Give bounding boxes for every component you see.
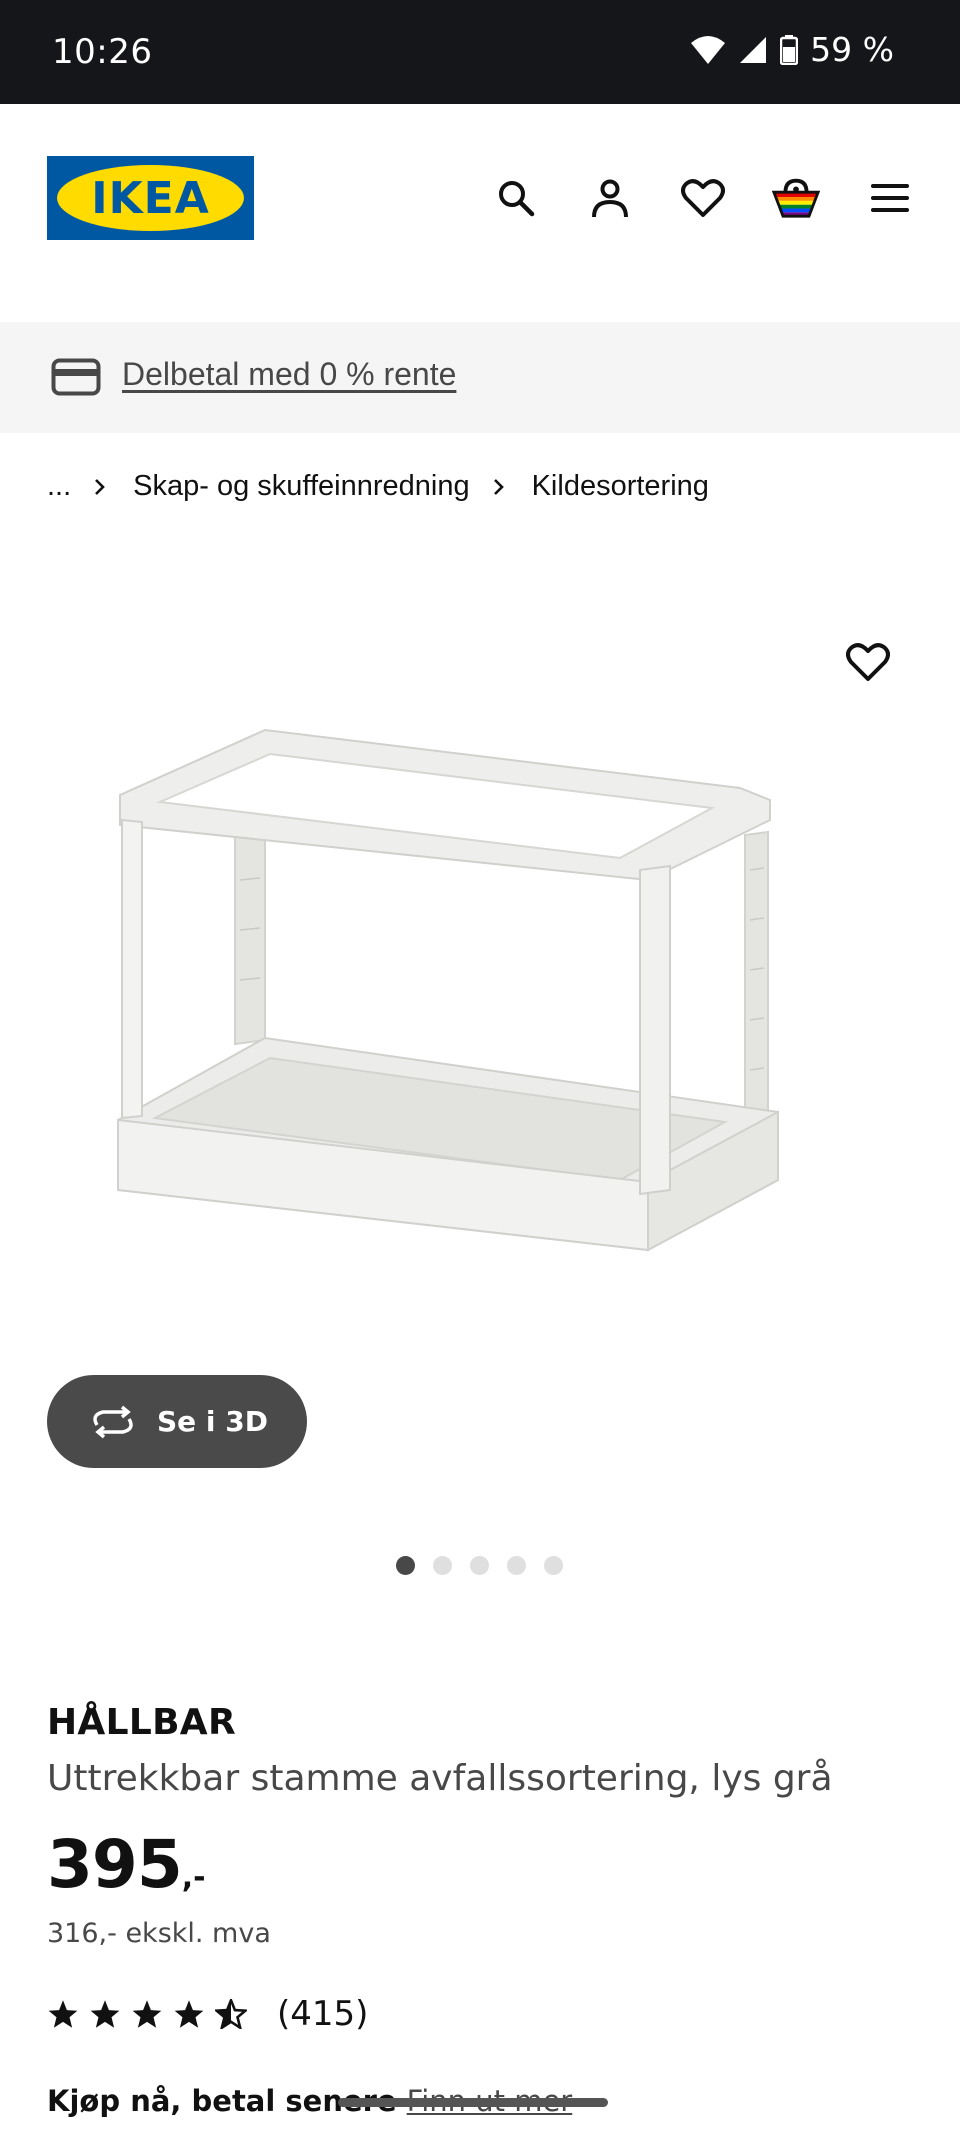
status-icons: 59 % [690,30,894,69]
price-main: 395 [47,1826,183,1903]
credit-card-icon [51,358,101,396]
price-suffix: ,- [181,1860,206,1895]
heart-icon [846,643,890,681]
ikea-logo[interactable]: IKEA [47,156,254,240]
carousel-dot[interactable] [433,1556,452,1575]
search-button[interactable] [492,174,540,222]
menu-icon [871,184,909,212]
payment-banner: Delbetal med 0 % rente [0,322,960,433]
battery-percent: 59 % [810,30,894,69]
view-3d-button[interactable]: Se i 3D [47,1375,307,1468]
search-icon [499,181,535,217]
installment-link[interactable]: Delbetal med 0 % rente [122,356,456,393]
review-count: (415) [277,1994,369,2034]
gesture-home-bar[interactable] [338,2098,608,2107]
product-image[interactable] [100,720,800,1290]
carousel-dot[interactable] [544,1556,563,1575]
breadcrumb-item-waste-sorting[interactable]: Kildesortering [532,470,709,503]
chevron-right-icon [492,477,506,497]
menu-button[interactable] [866,174,914,222]
star-half-icon [215,1999,247,2029]
product-rating[interactable]: (415) [47,1994,368,2034]
cart-button[interactable] [772,174,820,222]
breadcrumb-ellipsis[interactable]: ... [47,470,71,503]
heart-icon [681,179,725,217]
signal-icon [740,36,767,63]
star-icon [174,2000,204,2028]
status-bar: 10:26 59 % [0,0,960,104]
status-time: 10:26 [52,32,153,72]
product-name: HÅLLBAR [47,1702,236,1743]
carousel-dot[interactable] [507,1556,526,1575]
rotate-3d-icon [93,1405,133,1438]
logo-text: IKEA [91,172,210,224]
star-icon [90,2000,120,2028]
wifi-icon [691,35,726,64]
account-button[interactable] [586,174,634,222]
view-3d-label: Se i 3D [157,1405,268,1438]
image-carousel-indicator [396,1556,563,1575]
battery-icon [780,34,799,65]
basket-icon [772,178,820,218]
site-header: IKEA [0,104,960,322]
carousel-dot[interactable] [470,1556,489,1575]
star-icon [48,2000,78,2028]
star-icon [132,2000,162,2028]
add-to-favourites-button[interactable] [842,636,894,688]
breadcrumb: ... Skap- og skuffeinnredning Kildesorte… [47,470,709,503]
account-icon [592,179,628,218]
breadcrumb-item-cabinet-interior[interactable]: Skap- og skuffeinnredning [133,470,469,503]
wishlist-button[interactable] [679,174,727,222]
carousel-dot[interactable] [396,1556,415,1575]
product-price: 395,- [47,1826,206,1903]
price-ex-vat: 316,- ekskl. mva [47,1918,271,1949]
chevron-right-icon [93,477,107,497]
product-description: Uttrekkbar stamme avfallssortering, lys … [47,1758,833,1799]
